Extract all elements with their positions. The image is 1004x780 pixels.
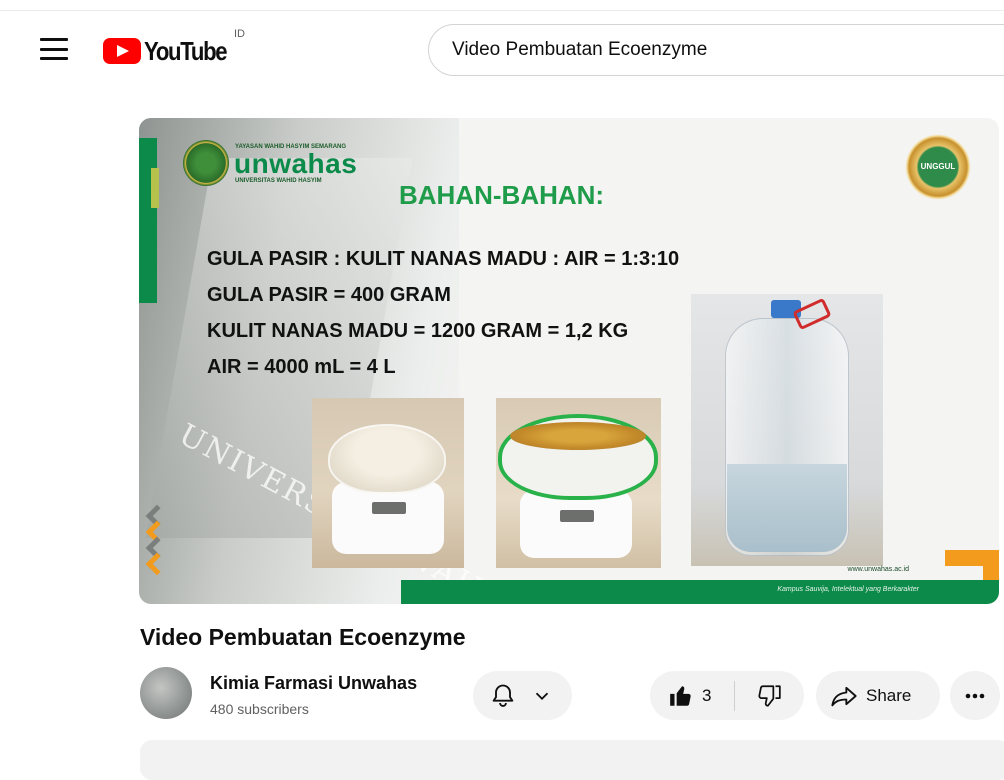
share-button[interactable]: Share bbox=[816, 671, 940, 720]
scale-display bbox=[560, 510, 594, 522]
slide-accent-bar-small bbox=[151, 168, 159, 208]
org-name: unwahas bbox=[234, 148, 358, 179]
accreditation-badge-icon: UNGGUL bbox=[905, 134, 971, 200]
video-player[interactable]: UNIVERSITAS WAHID HASYIM YAYASAN WAHID H… bbox=[139, 118, 999, 604]
badge-text: UNGGUL bbox=[920, 162, 956, 171]
like-dislike-group: 3 bbox=[650, 671, 804, 720]
sugar-scale-photo bbox=[312, 398, 464, 568]
country-code: ID bbox=[234, 28, 245, 40]
scale-body bbox=[520, 490, 632, 558]
channel-name[interactable]: Kimia Farmasi Unwahas bbox=[210, 673, 417, 694]
top-divider bbox=[0, 10, 1004, 11]
subscriber-count: 480 subscribers bbox=[210, 701, 309, 717]
description-panel[interactable] bbox=[140, 740, 1004, 780]
slide-tagline: Kampus Sauvija, Intelektual yang Berkara… bbox=[777, 586, 919, 593]
share-label: Share bbox=[866, 685, 912, 705]
more-horizontal-icon bbox=[965, 693, 985, 698]
university-seal-icon bbox=[183, 140, 229, 186]
menu-icon[interactable] bbox=[40, 38, 68, 60]
chevron-down-icon bbox=[535, 692, 549, 700]
slide-orange-accent bbox=[945, 550, 999, 566]
slide-line-ratio: GULA PASIR : KULIT NANAS MADU : AIR = 1:… bbox=[207, 248, 680, 270]
pineapple-peel-scale-photo bbox=[496, 398, 661, 568]
slide-line-water: AIR = 4000 mL = 4 L bbox=[207, 356, 396, 378]
slide-url: www.unwahas.ac.id bbox=[847, 566, 909, 573]
slide-accent-bar bbox=[139, 138, 157, 303]
scale-display bbox=[372, 502, 406, 514]
video-title: Video Pembuatan Ecoenzyme bbox=[140, 624, 466, 650]
notifications-button[interactable] bbox=[473, 671, 572, 720]
channel-avatar[interactable] bbox=[140, 667, 192, 719]
thumbs-down-icon bbox=[758, 684, 781, 707]
sugar-bowl bbox=[328, 424, 446, 494]
org-subtitle: UNIVERSITAS WAHID HASYIM bbox=[235, 178, 322, 184]
logo-text: YouTube bbox=[144, 35, 228, 66]
youtube-play-icon bbox=[103, 38, 141, 64]
like-button[interactable]: 3 bbox=[650, 671, 734, 720]
more-actions-button[interactable] bbox=[950, 671, 1000, 720]
pineapple-peels bbox=[510, 422, 646, 450]
slide-title: BAHAN-BAHAN: bbox=[399, 180, 605, 210]
dislike-button[interactable] bbox=[735, 671, 803, 720]
youtube-logo[interactable]: YouTube ID bbox=[103, 28, 245, 66]
bell-icon bbox=[492, 684, 514, 707]
water-bottle-photo bbox=[691, 294, 883, 566]
search-input[interactable]: Video Pembuatan Ecoenzyme bbox=[428, 24, 1004, 76]
slide-line-pineapple: KULIT NANAS MADU = 1200 GRAM = 1,2 KG bbox=[207, 320, 629, 342]
like-count: 3 bbox=[702, 685, 712, 705]
bottle-water bbox=[727, 464, 847, 552]
thumbs-up-icon bbox=[670, 685, 691, 706]
share-icon bbox=[831, 686, 857, 706]
slide-line-sugar: GULA PASIR = 400 GRAM bbox=[207, 284, 451, 306]
